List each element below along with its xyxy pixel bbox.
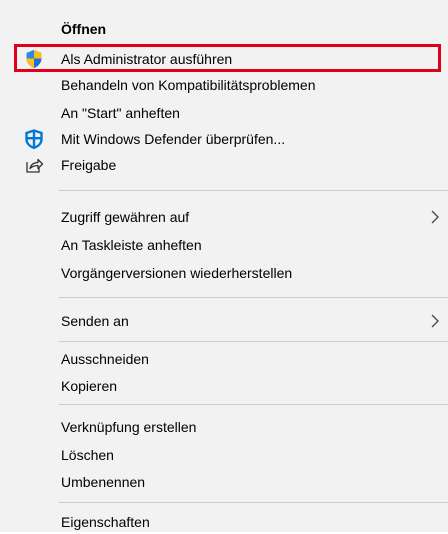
- menu-separator: [59, 404, 448, 405]
- windows-defender-icon: [24, 129, 44, 150]
- menu-item-label: An "Start" anheften: [61, 105, 180, 121]
- menu-item-pin-to-taskbar[interactable]: An Taskleiste anheften: [0, 232, 448, 257]
- menu-item-copy[interactable]: Kopieren: [0, 373, 448, 398]
- menu-item-pin-to-start[interactable]: An "Start" anheften: [0, 100, 448, 125]
- menu-separator: [59, 190, 448, 191]
- menu-item-label: Löschen: [61, 447, 114, 463]
- menu-item-label: Freigabe: [61, 157, 117, 173]
- menu-item-label: Ausschneiden: [61, 351, 149, 367]
- menu-separator: [59, 502, 448, 503]
- menu-item-label: Senden an: [61, 313, 129, 329]
- menu-item-create-shortcut[interactable]: Verknüpfung erstellen: [0, 414, 448, 439]
- menu-item-label: Behandeln von Kompatibilitätsproblemen: [61, 77, 316, 93]
- menu-item-restore-previous-versions[interactable]: Vorgängerversionen wiederherstellen: [0, 260, 448, 285]
- menu-item-label: Als Administrator ausführen: [61, 51, 233, 67]
- menu-item-label: Zugriff gewähren auf: [61, 209, 190, 225]
- menu-item-run-as-admin[interactable]: Als Administrator ausführen: [0, 46, 448, 71]
- menu-item-give-access[interactable]: Zugriff gewähren auf: [0, 204, 448, 229]
- menu-item-label: Verknüpfung erstellen: [61, 419, 197, 435]
- menu-item-label: Kopieren: [61, 378, 118, 394]
- menu-separator: [59, 297, 448, 298]
- share-icon: [24, 155, 44, 175]
- menu-item-label: Eigenschaften: [61, 514, 150, 530]
- chevron-right-icon: [430, 209, 440, 225]
- context-menu: Öffnen Als Administrator ausführen Behan…: [0, 0, 448, 532]
- menu-item-open[interactable]: Öffnen: [0, 16, 448, 41]
- menu-item-delete[interactable]: Löschen: [0, 442, 448, 467]
- uac-shield-icon: [24, 49, 44, 69]
- menu-item-share[interactable]: Freigabe: [0, 152, 448, 177]
- menu-item-troubleshoot-compatibility[interactable]: Behandeln von Kompatibilitätsproblemen: [0, 72, 448, 97]
- menu-item-scan-defender[interactable]: Mit Windows Defender überprüfen...: [0, 126, 448, 151]
- menu-item-cut[interactable]: Ausschneiden: [0, 346, 448, 371]
- menu-item-rename[interactable]: Umbenennen: [0, 469, 448, 494]
- menu-separator: [59, 341, 448, 342]
- menu-item-label: An Taskleiste anheften: [61, 237, 202, 253]
- menu-item-label: Vorgängerversionen wiederherstellen: [61, 265, 293, 281]
- menu-item-label: Umbenennen: [61, 474, 146, 490]
- menu-item-properties[interactable]: Eigenschaften: [0, 509, 448, 534]
- menu-item-label: Öffnen: [61, 21, 107, 37]
- chevron-right-icon: [430, 313, 440, 329]
- menu-item-label: Mit Windows Defender überprüfen...: [61, 131, 286, 147]
- menu-item-send-to[interactable]: Senden an: [0, 308, 448, 333]
